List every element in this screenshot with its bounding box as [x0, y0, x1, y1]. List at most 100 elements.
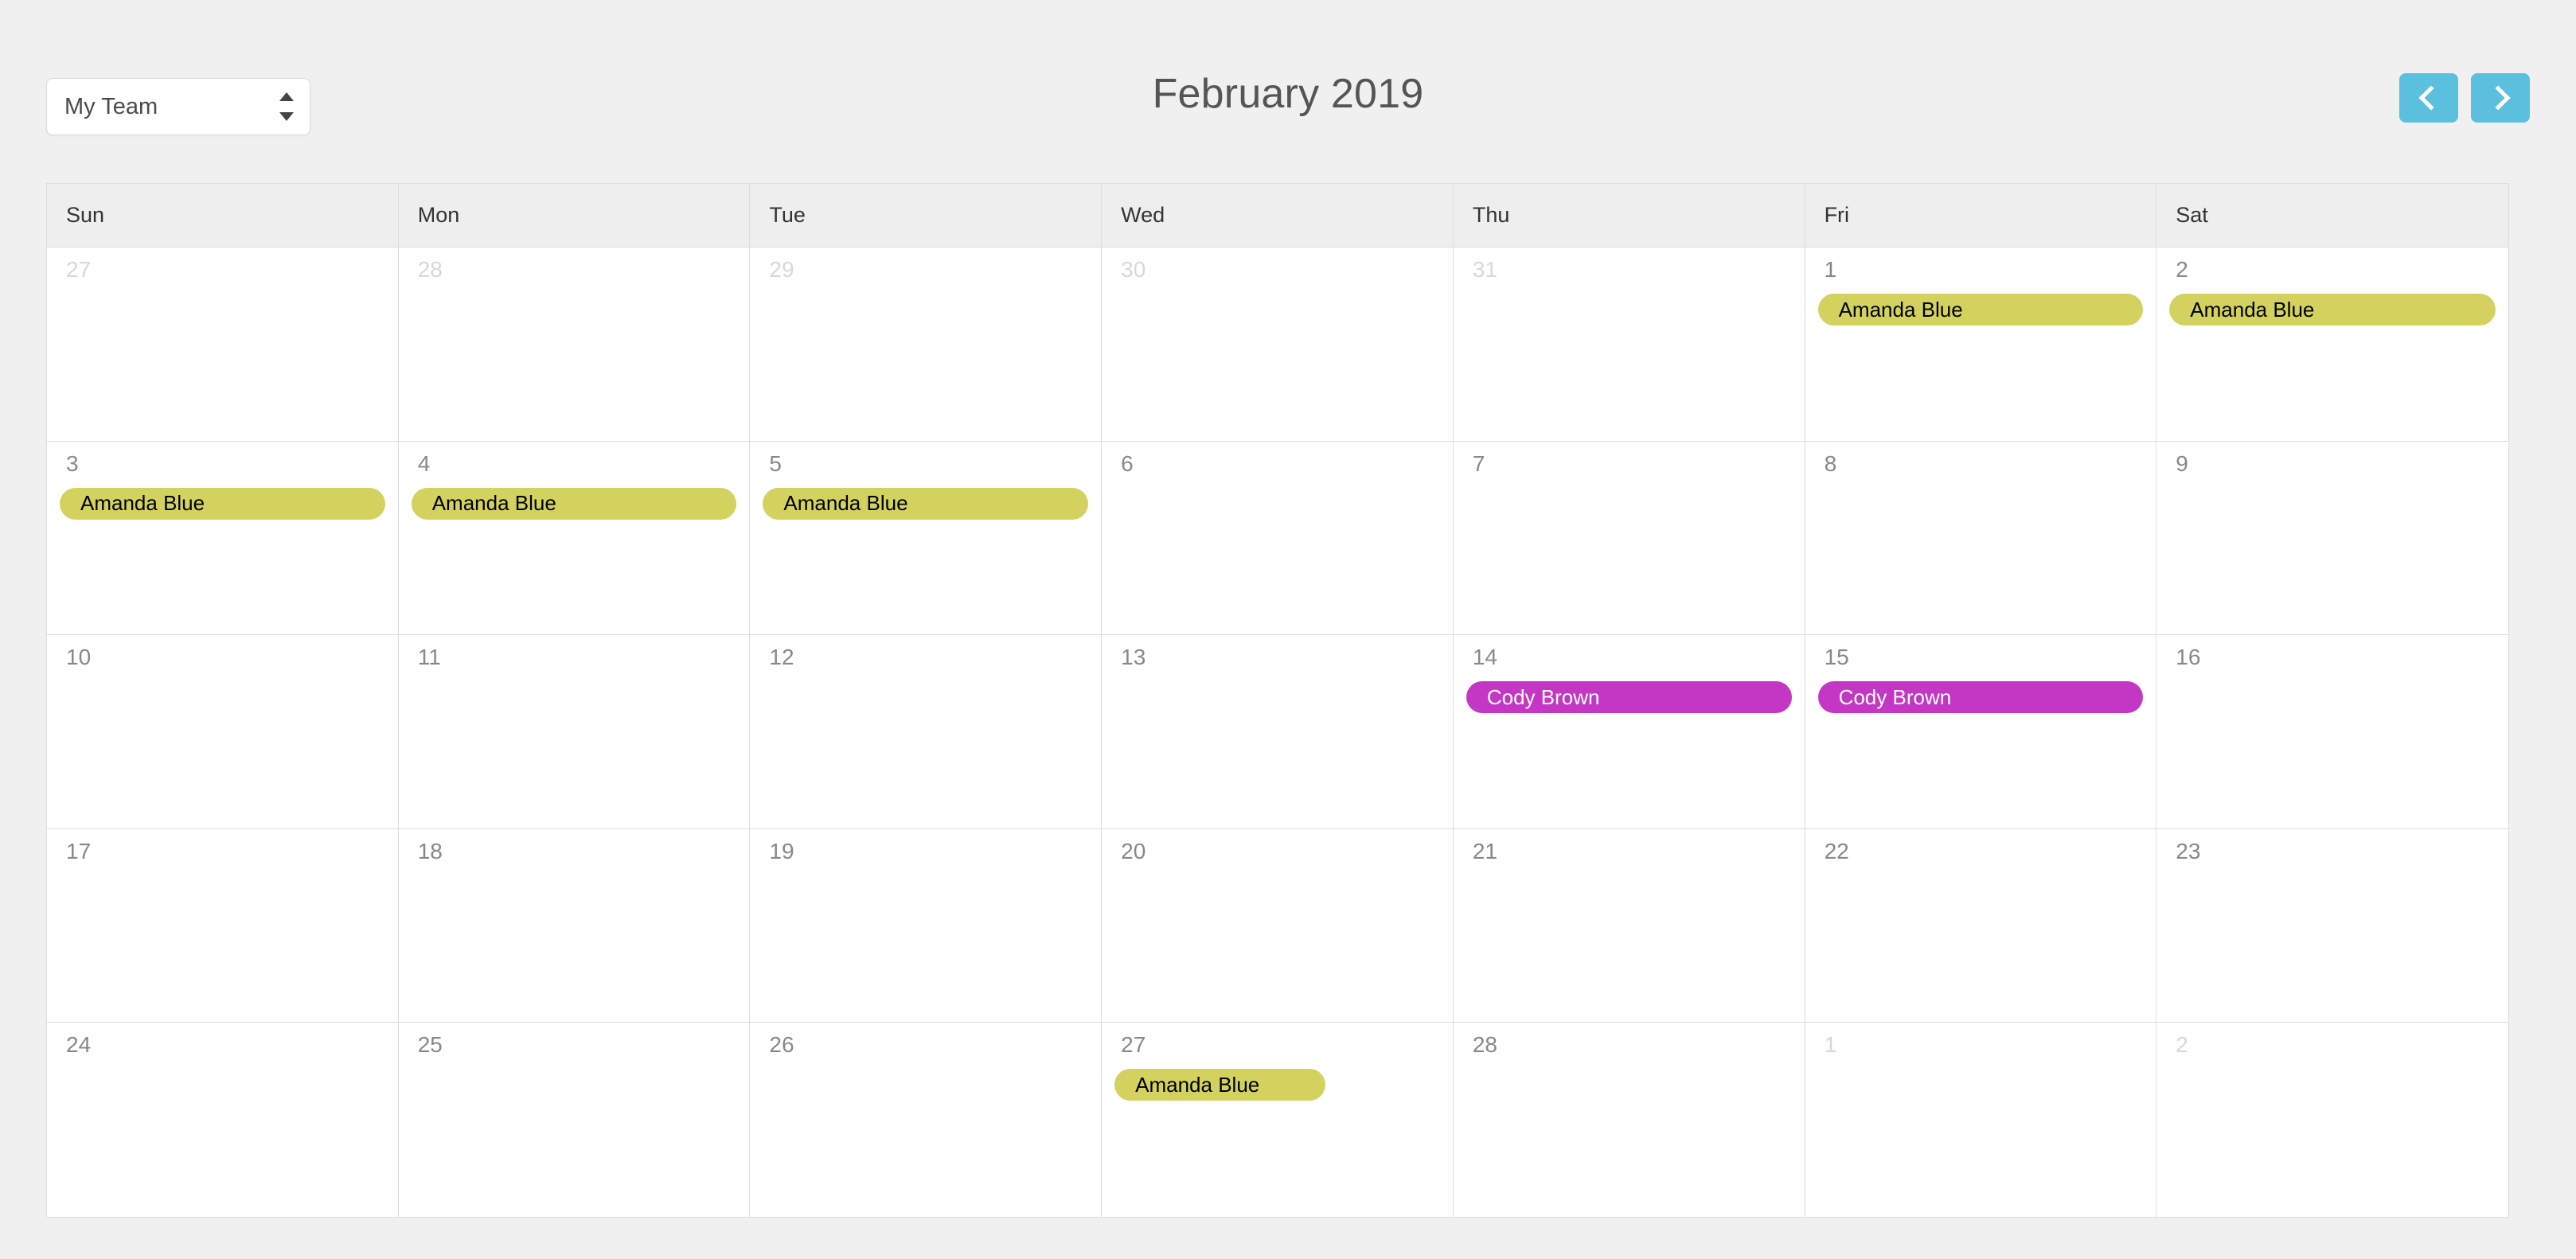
- calendar-week-row: 27 28 29 30 31 1 Amanda Blue 2 Amanda Blue: [47, 248, 2508, 442]
- day-number: 30: [1121, 257, 1146, 282]
- calendar-grid: Sun Mon Tue Wed Thu Fri Sat 27 28 29 30 31 1 Amanda …: [46, 183, 2509, 1218]
- calendar-day-cell[interactable]: 30: [1102, 248, 1454, 441]
- day-events: Cody Brown: [1454, 681, 1805, 714]
- calendar-week-row: 17 18 19 20 21 22 23: [47, 828, 2508, 1023]
- day-number: 27: [1121, 1032, 1146, 1058]
- day-events: Amanda Blue: [1805, 294, 2156, 325]
- day-number: 15: [1824, 645, 1849, 670]
- event-pill[interactable]: Amanda Blue: [2169, 294, 2496, 325]
- day-number: 2: [2176, 257, 2188, 282]
- day-number: 19: [769, 838, 794, 863]
- day-events: Amanda Blue: [399, 487, 750, 520]
- calendar-day-cell[interactable]: 16: [2156, 635, 2508, 828]
- day-number: 1: [1824, 257, 1837, 282]
- day-header-mon: Mon: [399, 184, 751, 247]
- calendar-day-cell[interactable]: 8: [1805, 441, 2157, 635]
- calendar-day-cell[interactable]: 19: [750, 828, 1103, 1023]
- prev-month-button[interactable]: [2399, 73, 2458, 123]
- day-number: 22: [1824, 838, 1849, 863]
- calendar-day-cell[interactable]: 1 Amanda Blue: [1805, 248, 2157, 441]
- day-number: 26: [769, 1032, 794, 1058]
- calendar-week-row: 10 11 12 13 14 Cody Brown 15 Cody Brown 16: [47, 635, 2508, 829]
- chevron-left-icon: [2418, 85, 2444, 111]
- day-number: 16: [2176, 645, 2201, 670]
- calendar-day-cell[interactable]: 10: [47, 635, 399, 828]
- chevron-right-icon: [2485, 85, 2511, 111]
- day-header-wed: Wed: [1102, 184, 1454, 247]
- calendar-day-cell[interactable]: 6: [1102, 441, 1454, 635]
- calendar-day-cell[interactable]: 22: [1805, 828, 2157, 1023]
- day-number: 28: [1472, 1032, 1497, 1058]
- day-number: 17: [66, 838, 92, 863]
- calendar-day-cell[interactable]: 5 Amanda Blue: [750, 441, 1103, 635]
- calendar-day-cell[interactable]: 17: [47, 828, 399, 1023]
- calendar-nav-buttons: [2399, 73, 2530, 123]
- calendar-day-cell[interactable]: 24: [47, 1023, 399, 1217]
- day-number: 12: [769, 645, 794, 670]
- calendar-day-cell[interactable]: 28: [398, 248, 751, 441]
- calendar-day-cell[interactable]: 21: [1453, 828, 1805, 1023]
- day-number: 18: [417, 838, 443, 863]
- event-pill[interactable]: Amanda Blue: [1114, 1069, 1325, 1101]
- event-pill[interactable]: Cody Brown: [1466, 681, 1792, 714]
- next-month-button[interactable]: [2471, 73, 2530, 123]
- day-number: 21: [1472, 838, 1497, 863]
- day-header-tue: Tue: [750, 184, 1103, 247]
- calendar-day-cell[interactable]: 28: [1453, 1023, 1805, 1217]
- calendar-toolbar: My Team February 2019: [0, 0, 2576, 183]
- calendar-page: My Team February 2019 Sun Mon Tue Wed Thu Fri…: [0, 0, 2576, 1259]
- calendar-day-cell[interactable]: 9: [2156, 441, 2508, 635]
- day-header-fri: Fri: [1805, 184, 2157, 247]
- page-title: February 2019: [1152, 71, 1424, 117]
- calendar-day-cell[interactable]: 18: [398, 828, 751, 1023]
- day-number: 31: [1472, 257, 1497, 282]
- day-number: 10: [66, 645, 92, 670]
- day-number: 27: [66, 257, 92, 282]
- event-pill[interactable]: Amanda Blue: [1817, 294, 2144, 325]
- calendar-day-cell[interactable]: 7: [1453, 441, 1805, 635]
- day-events: Amanda Blue: [2156, 294, 2508, 325]
- day-number: 3: [66, 450, 79, 476]
- day-events: Cody Brown: [1805, 681, 2156, 714]
- day-number: 20: [1121, 838, 1146, 863]
- day-number: 28: [417, 257, 443, 282]
- calendar-day-cell[interactable]: 11: [398, 635, 751, 828]
- event-pill[interactable]: Cody Brown: [1817, 681, 2144, 714]
- calendar-day-cell[interactable]: 1: [1805, 1023, 2157, 1217]
- day-number: 11: [417, 645, 441, 670]
- day-header-thu: Thu: [1454, 184, 1805, 247]
- calendar-day-cell[interactable]: 27 Amanda Blue: [1102, 1023, 1454, 1217]
- day-number: 9: [2176, 450, 2188, 476]
- calendar-day-cell[interactable]: 14 Cody Brown: [1453, 635, 1805, 828]
- day-events: Amanda Blue: [1102, 1069, 1453, 1101]
- day-number: 23: [2176, 838, 2201, 863]
- day-number: 29: [769, 257, 794, 282]
- calendar-day-cell[interactable]: 25: [398, 1023, 751, 1217]
- calendar-day-cell[interactable]: 12: [750, 635, 1103, 828]
- calendar-day-cell[interactable]: 23: [2156, 828, 2508, 1023]
- calendar-day-cell[interactable]: 2 Amanda Blue: [2156, 248, 2508, 441]
- day-number: 1: [1824, 1032, 1837, 1058]
- calendar-day-cell[interactable]: 15 Cody Brown: [1805, 635, 2157, 828]
- calendar-day-cell[interactable]: 29: [750, 248, 1103, 441]
- event-pill[interactable]: Amanda Blue: [411, 487, 737, 520]
- day-events: Amanda Blue: [47, 487, 398, 520]
- day-number: 7: [1472, 450, 1485, 476]
- calendar-week-row: 24 25 26 27 Amanda Blue 28 1 2: [47, 1023, 2508, 1217]
- day-number: 5: [769, 450, 782, 476]
- calendar-day-cell[interactable]: 3 Amanda Blue: [47, 441, 399, 635]
- day-events: Amanda Blue: [750, 487, 1101, 520]
- calendar-day-cell[interactable]: 4 Amanda Blue: [398, 441, 751, 635]
- calendar-day-cell[interactable]: 26: [750, 1023, 1103, 1217]
- day-number: 25: [417, 1032, 443, 1058]
- event-pill[interactable]: Amanda Blue: [763, 487, 1089, 520]
- day-number: 14: [1472, 645, 1497, 670]
- calendar-week-row: 3 Amanda Blue 4 Amanda Blue 5 Amanda Blue 6 7 8 9: [47, 441, 2508, 636]
- calendar-day-cell[interactable]: 2: [2156, 1023, 2508, 1217]
- calendar-weeks: 27 28 29 30 31 1 Amanda Blue 2 Amanda Blue 3 Amand…: [47, 248, 2508, 1217]
- calendar-day-cell[interactable]: 20: [1102, 828, 1454, 1023]
- event-pill[interactable]: Amanda Blue: [60, 487, 385, 520]
- calendar-day-cell[interactable]: 31: [1453, 248, 1805, 441]
- calendar-day-cell[interactable]: 27: [47, 248, 399, 441]
- calendar-day-cell[interactable]: 13: [1102, 635, 1454, 828]
